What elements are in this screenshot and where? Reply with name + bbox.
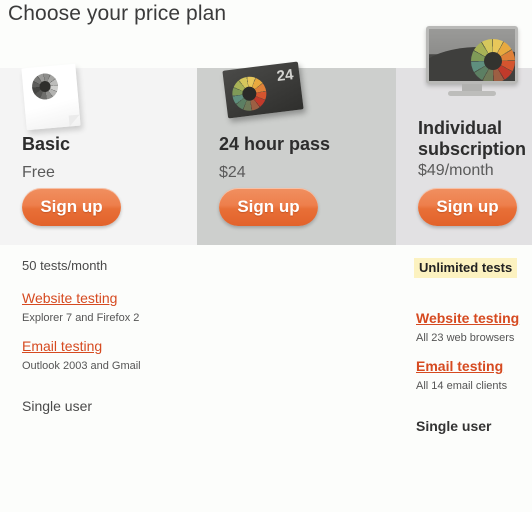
page-fold-corner [68, 114, 81, 127]
feature-users: Single user [22, 398, 93, 414]
plan-header-24-hour-pass: 24 24 hour pass $24 Sign up [219, 61, 389, 245]
plan-column-24-hour-pass: 24 24 hour pass $24 Sign up Unlimited te… [197, 0, 519, 512]
monitor-pinwheel-icon [418, 22, 532, 100]
feature-website-testing: Website testing Explorer 7 and Firefox 2 [22, 290, 192, 325]
plan-price: $49/month [418, 162, 494, 179]
pinwheel-color-icon [230, 74, 269, 113]
paper-sheet-shape [21, 63, 81, 131]
plan-header-basic: Basic Free Sign up [21, 63, 192, 245]
sign-up-button-basic[interactable]: Sign up [22, 188, 121, 226]
monitor-base [448, 91, 496, 96]
monitor-shape [426, 26, 518, 98]
pinwheel-gray-icon [30, 72, 60, 101]
plan-name: 24 hour pass [219, 134, 331, 154]
plan-price: Free [22, 164, 55, 181]
plan-name: Basic [22, 134, 71, 154]
feature-detail-website-testing: Explorer 7 and Firefox 2 [22, 312, 140, 324]
monitor-screen [426, 26, 518, 84]
pinwheel-color-icon [471, 39, 515, 81]
pinwheel-hub [484, 52, 502, 70]
sign-up-button-individual-subscription[interactable]: Sign up [418, 188, 517, 226]
dark-card-shape: 24 [222, 61, 304, 119]
card-badge-24: 24 [275, 66, 295, 86]
price-plan-page: Choose your price plan Basic Free Sign u… [0, 0, 532, 512]
plan-name: Individual subscription [418, 118, 527, 159]
plan-column-individual-subscription: Individual subscription $49/month Sign u… [396, 0, 532, 512]
plan-price: $24 [219, 164, 246, 181]
paper-document-pinwheel-icon [21, 44, 142, 131]
plan-header-individual-subscription: Individual subscription $49/month Sign u… [418, 26, 530, 245]
plan-column-basic: Basic Free Sign up 50 tests/month Websit… [0, 0, 197, 512]
feature-email-testing: Email testing Outlook 2003 and Gmail [22, 338, 192, 373]
feature-list-basic: 50 tests/month Website testing Explorer … [22, 258, 192, 415]
plan-quota: 50 tests/month [22, 258, 108, 273]
feature-detail-email-testing: Outlook 2003 and Gmail [22, 360, 141, 372]
sign-up-button-24-hour-pass[interactable]: Sign up [219, 188, 318, 226]
feature-link-website-testing[interactable]: Website testing [22, 290, 117, 307]
dark-card-pinwheel-icon: 24 [219, 44, 339, 122]
feature-link-email-testing[interactable]: Email testing [22, 338, 102, 355]
